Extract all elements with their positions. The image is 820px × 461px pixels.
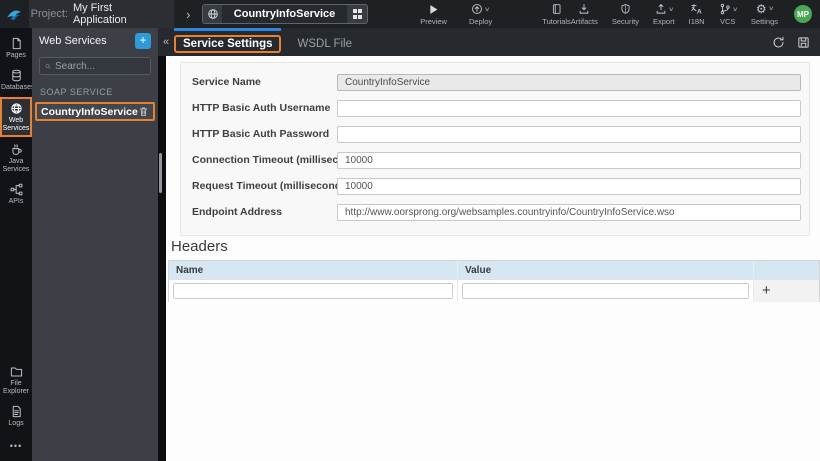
globe-icon (10, 103, 22, 114)
folder-icon (10, 367, 22, 377)
artifacts-button[interactable]: Artifacts (571, 0, 598, 28)
svg-text:A: A (697, 9, 702, 15)
security-button[interactable]: Security (612, 0, 639, 28)
book-icon (551, 3, 562, 16)
globe-icon (203, 5, 222, 23)
refresh-button[interactable] (772, 36, 785, 49)
field-label-username: HTTP Basic Auth Username (192, 102, 331, 114)
current-service-chip[interactable]: CountryInfoService (202, 4, 369, 24)
rail-item-databases[interactable]: Databases (0, 65, 34, 95)
rail-item-logs[interactable]: Logs (0, 401, 32, 431)
topbar-left-actions: Preview ∨ Deploy Tutorials (420, 0, 571, 28)
settings-button[interactable]: ⚙ ∨ Settings (751, 0, 778, 28)
rail-item-file-explorer[interactable]: File Explorer (0, 361, 32, 399)
service-switcher-button[interactable] (347, 5, 368, 23)
basic-auth-password-input[interactable] (337, 125, 801, 143)
left-icon-rail: Pages Databases Web Services Java Servic… (0, 28, 34, 461)
header-value-input[interactable] (462, 283, 749, 299)
rail-item-pages[interactable]: Pages (0, 33, 32, 63)
play-icon (428, 3, 439, 16)
database-icon (11, 69, 21, 82)
service-list-item[interactable]: CountryInfoService (35, 102, 155, 121)
field-label-request-timeout: Request Timeout (milliseconds) (192, 180, 351, 192)
translate-icon: A (690, 3, 703, 16)
grid-icon (352, 9, 362, 19)
web-services-panel: Web Services + SOAP SERVICE CountryInfoS… (32, 28, 158, 461)
field-label-service-name: Service Name (192, 76, 261, 88)
header-entry-row: + (169, 279, 819, 302)
headers-table: Name Value + (168, 260, 820, 302)
project-label: Project: (30, 8, 68, 20)
upload-icon (656, 4, 665, 14)
i18n-button[interactable]: A I18N (689, 0, 705, 28)
trash-icon (139, 107, 148, 116)
connection-timeout-input[interactable] (337, 151, 801, 169)
search-icon (45, 63, 51, 69)
caret-down-icon: ∨ (767, 6, 774, 12)
save-icon (798, 36, 809, 48)
wavemaker-logo-icon (7, 10, 22, 21)
more-options-button[interactable]: ••• (0, 433, 32, 461)
top-bar: Project: My First Application › CountryI… (0, 0, 820, 28)
app-logo[interactable] (0, 0, 29, 28)
panel-title: Web Services (39, 35, 107, 47)
coffee-cup-icon (11, 144, 22, 155)
caret-down-icon: ∨ (484, 6, 491, 13)
refresh-icon (773, 36, 784, 47)
tab-wsdl-file[interactable]: WSDL File (297, 28, 352, 56)
current-service-name: CountryInfoService (233, 8, 336, 20)
preview-button[interactable]: Preview (420, 0, 447, 28)
branch-icon (720, 3, 730, 15)
service-search-box[interactable] (39, 57, 151, 75)
tutorials-button[interactable]: Tutorials (542, 0, 571, 28)
column-header-actions (754, 261, 819, 279)
field-label-endpoint-address: Endpoint Address (192, 206, 283, 218)
gear-icon: ⚙ (755, 2, 767, 16)
vcs-button[interactable]: ∨ VCS (719, 0, 738, 28)
column-header-name: Name (169, 261, 458, 279)
caret-down-icon: ∨ (667, 6, 674, 13)
deploy-button[interactable]: ∨ Deploy (469, 0, 492, 28)
panel-divider (158, 56, 166, 461)
column-header-value: Value (458, 261, 754, 279)
deploy-up-icon (472, 4, 483, 14)
delete-service-button[interactable] (138, 106, 149, 117)
rail-item-web-services[interactable]: Web Services (0, 97, 32, 137)
user-avatar[interactable]: MP (794, 5, 813, 23)
topbar-right-actions: Artifacts Security ∨ Export A I18N ∨ VCS… (571, 0, 820, 28)
service-item-name: CountryInfoService (41, 105, 138, 118)
service-tab-bar: « Service Settings WSDL File (158, 28, 820, 56)
tab-service-settings[interactable]: Service Settings (174, 28, 282, 56)
endpoint-address-input[interactable] (337, 203, 801, 221)
collapse-panel-button[interactable]: « (158, 28, 174, 56)
api-connector-icon (10, 183, 22, 196)
rail-item-apis[interactable]: APIs (0, 179, 32, 209)
rail-item-java-services[interactable]: Java Services (0, 139, 32, 177)
basic-auth-username-input[interactable] (337, 99, 801, 117)
project-breadcrumb[interactable]: Project: My First Application (28, 0, 175, 28)
search-input[interactable] (55, 60, 145, 72)
breadcrumb-chevron-icon: › (186, 6, 191, 22)
headers-table-header-row: Name Value (169, 261, 819, 279)
add-header-row-button[interactable]: + (762, 283, 771, 298)
download-icon (578, 3, 590, 16)
export-button[interactable]: ∨ Export (653, 0, 675, 28)
log-file-icon (12, 405, 21, 418)
service-settings-content: Service Name HTTP Basic Auth Username HT… (166, 56, 820, 461)
headers-section-title: Headers (171, 238, 228, 255)
shield-icon (620, 3, 631, 16)
caret-down-icon: ∨ (731, 6, 738, 13)
panel-scrollbar-thumb[interactable] (159, 153, 162, 193)
project-name: My First Application (72, 2, 127, 26)
field-label-password: HTTP Basic Auth Password (192, 128, 330, 140)
request-timeout-input[interactable] (337, 177, 801, 195)
add-service-button[interactable]: + (135, 33, 151, 49)
service-settings-form: Service Name HTTP Basic Auth Username HT… (180, 62, 810, 236)
header-name-input[interactable] (173, 283, 453, 299)
soap-service-section-label: SOAP SERVICE (40, 87, 113, 97)
save-button[interactable] (797, 36, 810, 49)
service-name-input (337, 73, 801, 91)
page-icon (12, 37, 21, 50)
